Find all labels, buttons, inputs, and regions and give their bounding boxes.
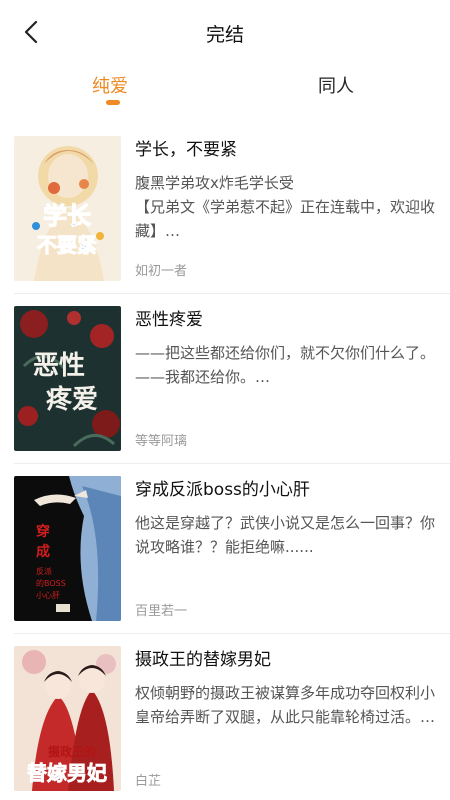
book-item[interactable]: 学长 不要紧 学长，不要紧 腹黑学弟攻x炸毛学长受 【兄弟文《学弟惹不起》正在连载… (0, 124, 450, 294)
cover-art-image: 恶性 疼爱 (14, 306, 121, 451)
tab-chunai[interactable]: 纯爱 (92, 72, 128, 98)
book-description: 腹黑学弟攻x炸毛学长受 【兄弟文《学弟惹不起》正在连载中，欢迎收藏】… (135, 174, 435, 240)
book-title[interactable]: 穿成反派boss的小心肝 (135, 478, 435, 502)
book-item[interactable]: 穿 成 反派 的BOSS 小心肝 穿成反派boss的小心肝 他这是穿越了？武侠小… (0, 464, 450, 634)
category-tabs: 纯爱 同人 (0, 64, 450, 110)
svg-text:反派: 反派 (36, 566, 52, 576)
book-cover[interactable]: 穿 成 反派 的BOSS 小心肝 (14, 476, 121, 621)
svg-text:不要紧: 不要紧 (37, 233, 97, 257)
book-description: 他这是穿越了？武侠小说又是怎么一回事？你说攻略谁？？能拒绝嘛...... (135, 514, 435, 556)
svg-text:成: 成 (36, 543, 50, 560)
svg-text:学长: 学长 (43, 202, 92, 230)
svg-text:的BOSS: 的BOSS (36, 578, 66, 588)
active-tab-indicator (106, 100, 120, 105)
book-item[interactable]: 摄政王的 替嫁男妃 摄政王的替嫁男妃 权倾朝野的摄政王被谋算多年成功夺回权利小皇… (0, 634, 450, 800)
book-description: 权倾朝野的摄政王被谋算多年成功夺回权利小皇帝给弄断了双腿，从此只能靠轮椅过活。… (135, 684, 435, 726)
book-author: 如初一者 (135, 264, 188, 279)
svg-text:替嫁男妃: 替嫁男妃 (27, 761, 107, 785)
book-cover[interactable]: 恶性 疼爱 (14, 306, 121, 451)
svg-text:穿: 穿 (36, 523, 50, 540)
book-author: 等等阿璃 (135, 434, 188, 449)
book-title[interactable]: 恶性疼爱 (135, 308, 435, 332)
cover-art-image: 学长 不要紧 (14, 136, 121, 281)
book-cover[interactable]: 摄政王的 替嫁男妃 (14, 646, 121, 791)
svg-text:摄政王的: 摄政王的 (48, 744, 96, 759)
cover-art-image: 穿 成 反派 的BOSS 小心肝 (14, 476, 121, 621)
svg-text:小心肝: 小心肝 (36, 591, 60, 600)
book-description: ——把这些都还给你们，就不欠你们什么了。 ——我都还给你。… (135, 344, 435, 386)
book-title[interactable]: 学长，不要紧 (135, 138, 435, 162)
book-item[interactable]: 恶性 疼爱 恶性疼爱 ——把这些都还给你们，就不欠你们什么了。 ——我都还给你。…… (0, 294, 450, 464)
book-author: 百里若一 (135, 604, 188, 619)
svg-text:恶性: 恶性 (33, 351, 85, 381)
svg-text:疼爱: 疼爱 (46, 384, 98, 415)
top-bar: 完结 (0, 0, 450, 64)
book-author: 白芷 (135, 774, 162, 789)
book-cover[interactable]: 学长 不要紧 (14, 136, 121, 281)
page-title: 完结 (205, 24, 244, 46)
tab-tongren[interactable]: 同人 (318, 72, 354, 98)
book-title[interactable]: 摄政王的替嫁男妃 (135, 648, 435, 672)
cover-art-image: 摄政王的 替嫁男妃 (14, 646, 121, 791)
